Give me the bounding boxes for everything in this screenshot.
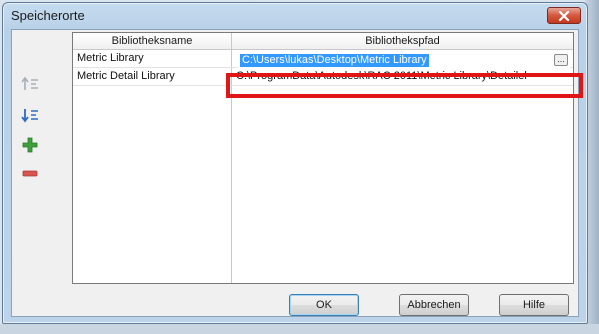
cancel-button[interactable]: Abbrechen: [399, 294, 469, 316]
library-name-cell[interactable]: Metric Detail Library: [73, 68, 231, 85]
selected-path-text: C:\Users\lukas\Desktop\Metric Library: [240, 54, 429, 67]
add-button[interactable]: [20, 136, 40, 154]
close-button[interactable]: [547, 7, 581, 24]
column-header-path[interactable]: Bibliothekspfad: [232, 33, 573, 50]
ok-button[interactable]: OK: [289, 294, 359, 316]
help-button[interactable]: Hilfe: [499, 294, 569, 316]
dialog-window: Speicherorte Bibliotheksname Bibliotheks…: [2, 2, 588, 324]
move-down-icon: [21, 109, 38, 123]
move-up-icon: [21, 76, 38, 90]
remove-icon: [22, 170, 38, 177]
title-bar: Speicherorte: [3, 3, 587, 29]
close-icon: [558, 10, 570, 21]
browse-path-button[interactable]: ...: [554, 54, 568, 66]
column-header-name[interactable]: Bibliotheksname: [73, 33, 232, 50]
annotation-highlight-box: [226, 73, 583, 98]
move-down-button[interactable]: [20, 106, 40, 124]
library-table: Bibliotheksname Bibliothekspfad Metric L…: [72, 32, 574, 284]
dialog-title: Speicherorte: [11, 8, 85, 23]
move-up-button[interactable]: [20, 75, 40, 93]
remove-button[interactable]: [20, 165, 40, 183]
background-strip-bottom: [0, 324, 599, 334]
library-path-input[interactable]: C:\Users\lukas\Desktop\Metric Library ..…: [238, 53, 570, 68]
library-name-cell[interactable]: Metric Library: [73, 50, 231, 67]
add-icon: [22, 137, 38, 153]
